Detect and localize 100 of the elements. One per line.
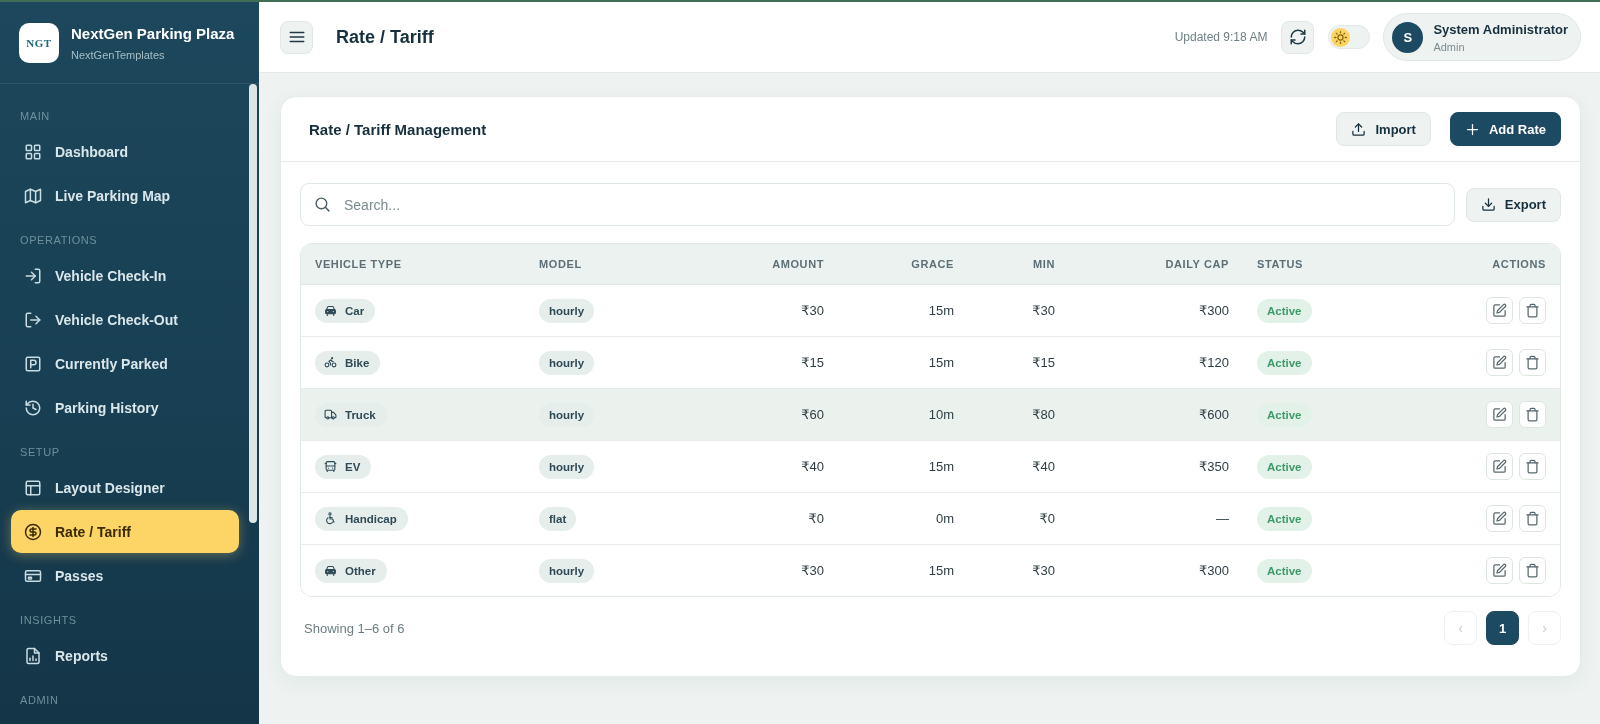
grid-icon (24, 142, 42, 161)
column-header: MIN (1033, 258, 1055, 270)
sidebar-item[interactable]: Parking History (11, 386, 239, 429)
user-menu[interactable]: S System Administrator Admin (1383, 13, 1581, 61)
edit-icon (1492, 563, 1507, 578)
trash-icon (1525, 355, 1540, 370)
sidebar-item[interactable]: Live Parking Map (11, 174, 239, 217)
sidebar-item[interactable]: Vehicle Check-Out (11, 298, 239, 341)
minimum-charge-text: ₹0 (1039, 511, 1055, 526)
sidebar-item[interactable]: Dashboard (11, 130, 239, 173)
grace-period-text: 0m (935, 511, 954, 526)
column-header: MODEL (539, 258, 582, 270)
sidebar-item[interactable]: Rate / Tariff (11, 510, 239, 553)
theme-toggle[interactable] (1328, 25, 1371, 49)
trash-icon (1525, 303, 1540, 318)
grace-period-text: 10m (928, 407, 954, 422)
delete-button[interactable] (1519, 297, 1546, 324)
daily-cap-text: — (1216, 511, 1229, 526)
sidebar-item[interactable]: Layout Designer (11, 466, 239, 509)
edit-icon (1492, 303, 1507, 318)
status-tag: Active (1257, 350, 1312, 375)
model-tag: hourly (539, 350, 595, 375)
plus-icon (1464, 121, 1480, 137)
truck-icon (324, 408, 337, 421)
car-icon (324, 304, 337, 317)
column-header: VEHICLE TYPE (315, 258, 402, 270)
map-icon (24, 186, 42, 205)
status-tag: Active (1257, 506, 1312, 531)
sign-in-icon (24, 266, 42, 285)
brand-logo: NGT (19, 22, 59, 63)
upload-icon (1351, 121, 1367, 137)
minimum-charge-text: ₹80 (1032, 407, 1055, 422)
model-tag: hourly (539, 402, 595, 427)
card-title: Rate / Tariff Management (309, 120, 487, 138)
amount-text: ₹30 (801, 563, 824, 578)
sign-out-icon (24, 310, 42, 329)
amount-text: ₹15 (801, 355, 824, 370)
grace-period-text: 15m (928, 563, 954, 578)
vehicle-type-text: Other (345, 564, 376, 577)
history-icon (24, 398, 42, 417)
delete-button[interactable] (1519, 349, 1546, 376)
daily-cap-text: ₹600 (1199, 407, 1229, 422)
refresh-button[interactable] (1281, 20, 1315, 54)
delete-button[interactable] (1519, 401, 1546, 428)
vehicle-type-text: Handicap (345, 512, 397, 525)
dollar-icon (24, 522, 42, 541)
edit-button[interactable] (1486, 401, 1513, 428)
column-header: DAILY CAP (1165, 258, 1229, 270)
user-avatar: S (1392, 21, 1424, 53)
grace-period-text: 15m (928, 303, 954, 318)
search-field[interactable]: Search... (300, 183, 1455, 226)
edit-icon (1492, 459, 1507, 474)
edit-icon (1492, 355, 1507, 370)
parking-sign-icon (24, 354, 42, 373)
amount-text: ₹60 (801, 407, 824, 422)
delete-button[interactable] (1519, 505, 1546, 532)
delete-button[interactable] (1519, 557, 1546, 584)
bicycle-icon (324, 356, 337, 369)
page-button[interactable]: 1 (1486, 611, 1519, 645)
minimum-charge-text: ₹40 (1032, 459, 1055, 474)
search-icon (314, 196, 331, 213)
edit-button[interactable] (1486, 557, 1513, 584)
edit-button[interactable] (1486, 297, 1513, 324)
status-tag: Active (1257, 454, 1312, 479)
vehicle-type-text: EV (345, 460, 361, 473)
vehicle-type-text: Car (345, 304, 365, 317)
sidebar-item[interactable]: Vehicle Check-In (11, 254, 239, 297)
sidebar-item[interactable]: Reports (11, 634, 239, 677)
sidebar-scrollbar[interactable] (249, 84, 257, 523)
edit-button[interactable] (1486, 505, 1513, 532)
refresh-icon (1288, 28, 1307, 46)
section-label: SETUP (20, 445, 60, 459)
car-icon (324, 564, 337, 577)
vehicle-type-text: Truck (345, 408, 376, 421)
trash-icon (1525, 407, 1540, 422)
add-button[interactable]: Add Rate (1449, 112, 1561, 146)
sidebar-item[interactable]: Currently Parked (11, 342, 239, 385)
minimum-charge-text: ₹15 (1032, 355, 1055, 370)
menu-button[interactable] (280, 20, 313, 54)
grace-period-text: 15m (928, 459, 954, 474)
minimum-charge-text: ₹30 (1032, 563, 1055, 578)
trash-icon (1525, 459, 1540, 474)
export-button[interactable]: Export (1465, 187, 1561, 222)
column-header: STATUS (1257, 258, 1303, 270)
import-button[interactable]: Import (1336, 112, 1431, 146)
report-icon (24, 646, 42, 665)
model-tag: hourly (539, 454, 595, 479)
brand-subtitle: NextGenTemplates (71, 48, 166, 61)
layout-icon (24, 478, 42, 497)
edit-button[interactable] (1486, 453, 1513, 480)
edit-button[interactable] (1486, 349, 1513, 376)
user-name: System Administrator (1433, 21, 1568, 37)
results-summary: Showing 1–6 of 6 (304, 620, 405, 636)
sun-icon (1331, 27, 1351, 47)
delete-button[interactable] (1519, 453, 1546, 480)
section-label: INSIGHTS (20, 613, 77, 627)
section-label: OPERATIONS (20, 233, 98, 247)
daily-cap-text: ₹300 (1199, 303, 1229, 318)
sidebar-item[interactable]: Passes (11, 554, 239, 597)
daily-cap-text: ₹300 (1199, 563, 1229, 578)
